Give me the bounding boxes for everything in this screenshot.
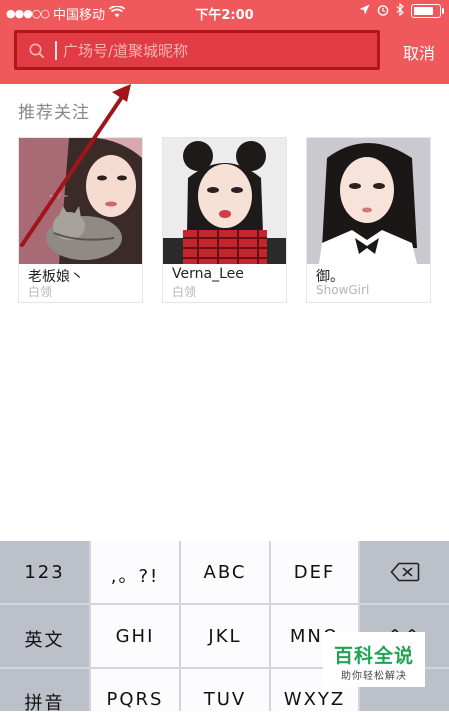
search-bar[interactable] bbox=[14, 30, 380, 70]
battery-icon bbox=[411, 4, 444, 18]
bluetooth-icon bbox=[396, 2, 404, 19]
user-card[interactable]: Verna_Lee 白领 bbox=[162, 137, 287, 303]
user-avatar bbox=[307, 138, 430, 264]
key-label: JKL bbox=[208, 626, 242, 647]
key-label: GHI bbox=[115, 626, 155, 647]
key-ghi[interactable]: GHI bbox=[91, 605, 179, 667]
key-label: ABC bbox=[203, 562, 247, 583]
battery-level bbox=[414, 7, 433, 15]
key-def[interactable]: DEF bbox=[271, 541, 358, 603]
user-name: Verna_Lee bbox=[172, 266, 244, 282]
search-header: ●●●○○ 中国移动 下午2:00 取消 bbox=[0, 0, 449, 84]
status-icons bbox=[359, 2, 444, 19]
text-cursor bbox=[55, 41, 57, 60]
key-tuv[interactable]: TUV bbox=[181, 669, 269, 711]
user-avatar: ~ ♡ ~ bbox=[19, 138, 142, 264]
key-pinyin[interactable]: 拼音 bbox=[0, 669, 89, 714]
user-tag: 白领 bbox=[172, 285, 197, 299]
user-tag: 白领 bbox=[28, 285, 53, 299]
status-bar: ●●●○○ 中国移动 下午2:00 bbox=[0, 0, 449, 24]
watermark-logo: 百科全说 助你轻松解决 bbox=[323, 632, 425, 687]
key-numbers[interactable]: 123 bbox=[0, 541, 89, 603]
user-card[interactable]: 御。 ShowGirl bbox=[306, 137, 431, 303]
watermark-subtitle: 助你轻松解决 bbox=[341, 671, 407, 682]
cancel-button[interactable]: 取消 bbox=[403, 40, 435, 64]
user-card[interactable]: ~ ♡ ~ 老板娘丶 白领 bbox=[18, 137, 143, 303]
key-label: DEF bbox=[293, 562, 336, 583]
location-icon bbox=[359, 4, 370, 18]
key-label: TUV bbox=[203, 689, 247, 710]
key-punctuation[interactable]: ,。?! bbox=[91, 541, 179, 603]
key-jkl[interactable]: JKL bbox=[181, 605, 269, 667]
key-label: ,。?! bbox=[110, 566, 160, 587]
key-label: 123 bbox=[24, 562, 65, 583]
delete-key[interactable] bbox=[360, 541, 449, 603]
search-input[interactable] bbox=[61, 38, 365, 64]
search-icon bbox=[29, 43, 45, 59]
delete-icon bbox=[389, 562, 419, 582]
key-label: 英文 bbox=[24, 630, 65, 651]
key-label: 拼音 bbox=[24, 693, 65, 714]
user-avatar bbox=[163, 138, 286, 264]
user-tag: ShowGirl bbox=[316, 283, 370, 297]
key-abc[interactable]: ABC bbox=[181, 541, 269, 603]
svg-text:~ ♡ ~: ~ ♡ ~ bbox=[49, 193, 68, 200]
alarm-icon bbox=[377, 4, 389, 19]
section-title: 推荐关注 bbox=[18, 103, 90, 123]
key-english[interactable]: 英文 bbox=[0, 605, 89, 667]
key-label: PQRS bbox=[106, 689, 164, 710]
watermark-title: 百科全说 bbox=[333, 645, 414, 667]
key-pqrs[interactable]: PQRS bbox=[91, 669, 179, 711]
